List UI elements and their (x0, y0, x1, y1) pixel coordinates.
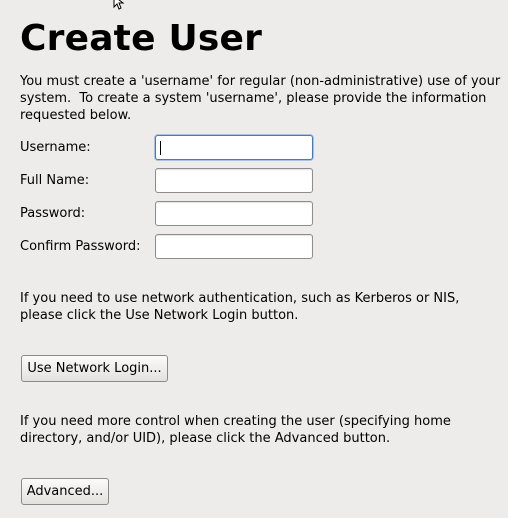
confirm-password-input[interactable] (155, 234, 313, 259)
advanced-button[interactable]: Advanced... (21, 478, 109, 505)
network-login-text: If you need to use network authenticatio… (20, 290, 459, 324)
network-line-2: please click the Use Network Login butto… (20, 308, 299, 323)
confirm-password-label: Confirm Password: (20, 239, 141, 254)
intro-line-1: You must create a 'username' for regular… (20, 74, 501, 89)
advanced-line-1: If you need more control when creating t… (20, 414, 451, 429)
password-input[interactable] (155, 201, 313, 226)
page-title: Create User (20, 18, 263, 59)
advanced-text: If you need more control when creating t… (20, 413, 451, 447)
username-label: Username: (20, 140, 91, 155)
username-input[interactable] (155, 135, 313, 160)
mouse-pointer-icon (113, 0, 125, 10)
advanced-line-2: directory, and/or UID), please click the… (20, 431, 391, 446)
intro-line-3: requested below. (20, 108, 132, 123)
full-name-label: Full Name: (20, 173, 90, 188)
intro-line-2: system. To create a system 'username', p… (20, 91, 487, 106)
use-network-login-button[interactable]: Use Network Login... (21, 355, 168, 382)
intro-text: You must create a 'username' for regular… (20, 73, 500, 124)
network-line-1: If you need to use network authenticatio… (20, 291, 460, 306)
full-name-input[interactable] (155, 168, 313, 193)
password-label: Password: (20, 206, 86, 221)
